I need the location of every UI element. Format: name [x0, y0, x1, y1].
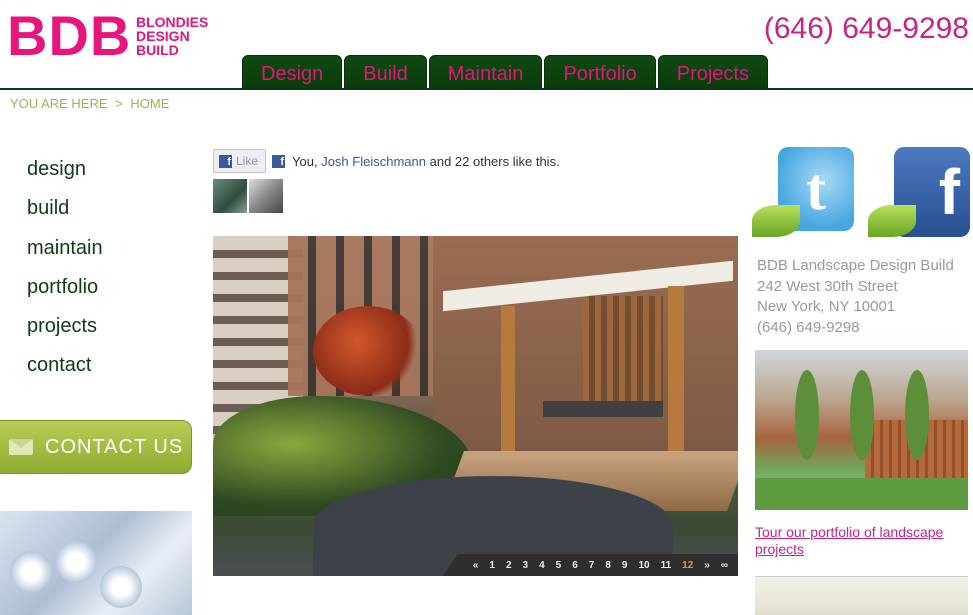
facebook-like-button[interactable]: f Like — [213, 149, 267, 173]
pager-page[interactable]: 3 — [523, 560, 529, 571]
breadcrumb-home[interactable]: HOME — [130, 96, 169, 111]
thumb-tree — [795, 370, 819, 460]
logo-wordmark[interactable]: BLONDIES DESIGN BUILD — [136, 15, 208, 57]
nav-tab-design[interactable]: Design — [242, 55, 343, 89]
envelope-icon — [9, 439, 33, 455]
thumb-tree — [905, 370, 929, 460]
nav-tab-maintain[interactable]: Maintain — [428, 55, 543, 89]
sidebar-link-design[interactable]: design — [27, 156, 103, 195]
address-street: 242 West 30th Street — [757, 277, 898, 295]
like-text: You, Josh Fleischmann and 22 others like… — [292, 154, 560, 169]
leaf-icon — [868, 205, 916, 237]
twitter-link[interactable]: t — [752, 147, 856, 237]
main-nav: Design Build Maintain Portfolio Projects — [242, 55, 768, 89]
nav-tab-portfolio[interactable]: Portfolio — [544, 55, 656, 89]
like-prefix: You, — [292, 153, 318, 169]
friend-avatar[interactable] — [213, 179, 247, 213]
thumb-lawn — [755, 478, 968, 510]
sidebar-nav: design build maintain portfolio projects… — [27, 156, 103, 392]
header-phone: (646) 649-9298 — [763, 12, 969, 45]
company-address: BDB Landscape Design Build 242 West 30th… — [757, 256, 954, 338]
facebook-link[interactable]: f — [868, 147, 972, 237]
nav-divider — [0, 88, 973, 90]
tour-portfolio-link[interactable]: Tour our portfolio of landscape projects — [755, 524, 968, 558]
pager-infinite[interactable]: ∞ — [721, 560, 728, 571]
blueprint-roll — [10, 551, 52, 593]
pager-page[interactable]: 6 — [572, 560, 578, 571]
blueprint-roll — [100, 566, 142, 608]
sidebar-link-projects[interactable]: projects — [27, 313, 103, 352]
slide-table — [543, 401, 663, 417]
blueprint-image — [0, 511, 192, 615]
project-thumbnail[interactable] — [755, 576, 968, 615]
pager-page[interactable]: 2 — [506, 560, 512, 571]
like-friend-link[interactable]: Josh Fleischmann — [321, 154, 426, 169]
contact-us-button[interactable]: CONTACT US — [0, 420, 192, 474]
contact-us-label: CONTACT US — [45, 435, 184, 458]
breadcrumb-separator: > — [115, 96, 123, 111]
nav-tab-build[interactable]: Build — [344, 55, 427, 89]
facebook-icon: f — [272, 154, 286, 168]
logo-line-3: BUILD — [136, 42, 179, 58]
logo-line-1: BLONDIES — [136, 14, 209, 30]
thumb-tree — [850, 370, 874, 460]
pager-page[interactable]: 5 — [556, 560, 562, 571]
pager-page[interactable]: 1 — [489, 560, 495, 571]
pager-page[interactable]: 11 — [661, 560, 672, 571]
address-phone: (646) 649-9298 — [757, 318, 860, 336]
pager-page[interactable]: 9 — [622, 560, 628, 571]
pager-page-active[interactable]: 12 — [682, 560, 693, 571]
pager-page[interactable]: 7 — [589, 560, 595, 571]
like-suffix: and 22 others like this. — [429, 153, 560, 169]
pager-page[interactable]: 4 — [539, 560, 545, 571]
facebook-faces — [213, 179, 283, 213]
blueprint-roll — [55, 541, 97, 583]
breadcrumb: YOU ARE HERE > HOME — [10, 96, 173, 111]
logo-line-2: DESIGN — [136, 28, 190, 44]
address-city: New York, NY 10001 — [757, 298, 896, 315]
social-links: t f — [752, 147, 972, 237]
like-label: Like — [236, 154, 259, 168]
sidebar-link-build[interactable]: build — [27, 195, 103, 234]
portfolio-thumbnail[interactable] — [755, 350, 968, 510]
slide-maple-tree — [313, 306, 423, 396]
facebook-icon: f — [219, 154, 232, 168]
sidebar-link-maintain[interactable]: maintain — [27, 235, 103, 274]
facebook-like-widget: f Like f You, Josh Fleischmann and 22 ot… — [213, 149, 560, 173]
slideshow-pager: « 1 2 3 4 5 6 7 8 9 10 11 12 » ∞ — [443, 554, 738, 576]
sidebar-link-contact[interactable]: contact — [27, 352, 103, 391]
nav-tab-projects[interactable]: Projects — [657, 55, 768, 89]
breadcrumb-prefix: YOU ARE HERE — [10, 96, 108, 111]
featured-slideshow[interactable]: « 1 2 3 4 5 6 7 8 9 10 11 12 » ∞ — [213, 236, 738, 576]
pager-page[interactable]: 8 — [605, 560, 611, 571]
slide-trellis — [583, 296, 663, 416]
pager-prev[interactable]: « — [473, 560, 479, 571]
leaf-icon — [752, 205, 800, 237]
pager-page[interactable]: 10 — [638, 560, 649, 571]
friend-avatar[interactable] — [249, 179, 283, 213]
sidebar-link-portfolio[interactable]: portfolio — [27, 274, 103, 313]
pager-next[interactable]: » — [704, 560, 710, 571]
address-company: BDB Landscape Design Build — [757, 257, 954, 274]
logo-letters[interactable]: BDB — [7, 6, 131, 66]
